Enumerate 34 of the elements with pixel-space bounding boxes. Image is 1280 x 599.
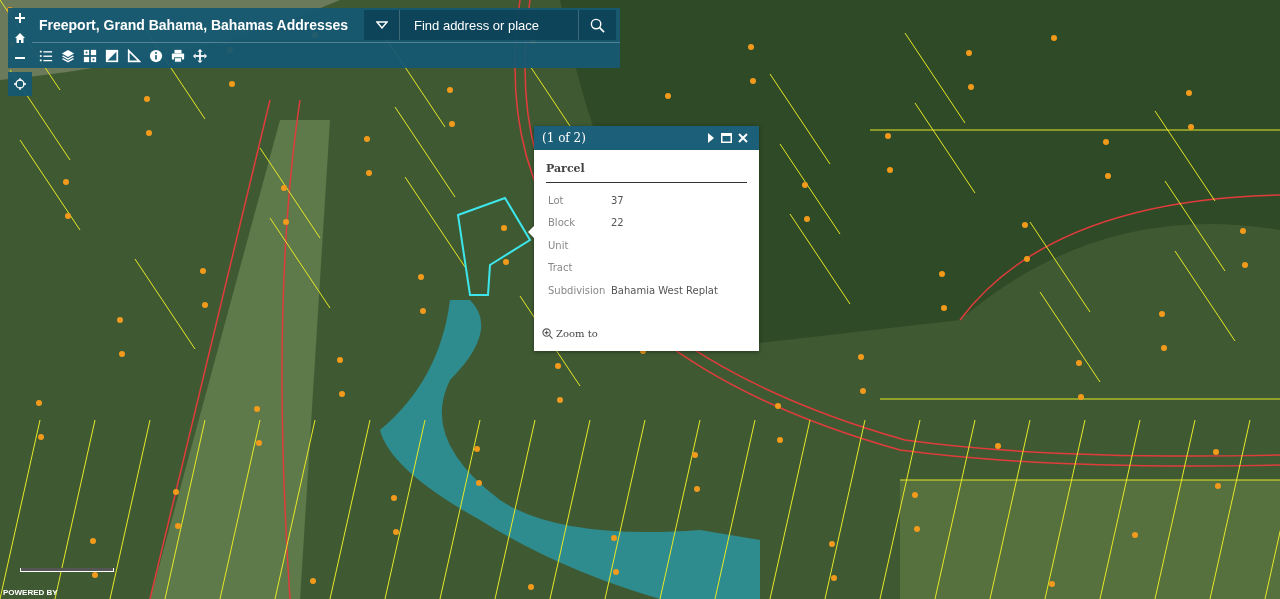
close-icon: [738, 133, 748, 143]
field-label: Tract: [547, 262, 574, 274]
close-button[interactable]: [735, 133, 751, 143]
app-title: Freeport, Grand Bahama, Bahamas Addresses: [39, 17, 350, 33]
search-field[interactable]: Find address or place: [400, 10, 578, 40]
plus-icon: [14, 12, 26, 24]
zoom-to-link[interactable]: Zoom to: [542, 328, 598, 339]
field-label: Block: [547, 217, 577, 229]
layers-icon: [61, 48, 75, 63]
map-icon: [105, 48, 119, 63]
popup-title: Parcel: [546, 162, 747, 183]
crosshair-icon: [14, 78, 26, 90]
popup-pager: (1 of 2): [542, 131, 587, 145]
maximize-button[interactable]: [718, 133, 735, 143]
play-icon: [707, 133, 715, 143]
search-icon: [590, 17, 605, 33]
field-label: Lot: [547, 194, 565, 206]
field-label: Subdivision: [547, 284, 607, 296]
ruler-icon: [127, 48, 141, 63]
caret-icon: [375, 21, 388, 29]
field-value: Bahamia West Replat: [611, 284, 718, 296]
search-bar[interactable]: Find address or place: [364, 10, 616, 40]
info-icon: [149, 48, 163, 63]
home-icon: [14, 32, 26, 44]
field-label: Unit: [547, 239, 570, 251]
grid-icon: [83, 48, 97, 63]
arrows-icon: [193, 48, 207, 63]
field-value: 37: [611, 194, 624, 206]
list-icon: [39, 48, 53, 63]
window-icon: [721, 133, 732, 143]
zoom-in-icon: [542, 328, 553, 339]
attribution-text: POWERED BY: [3, 588, 58, 597]
printer-icon: [171, 48, 185, 63]
field-value: 22: [611, 217, 624, 229]
